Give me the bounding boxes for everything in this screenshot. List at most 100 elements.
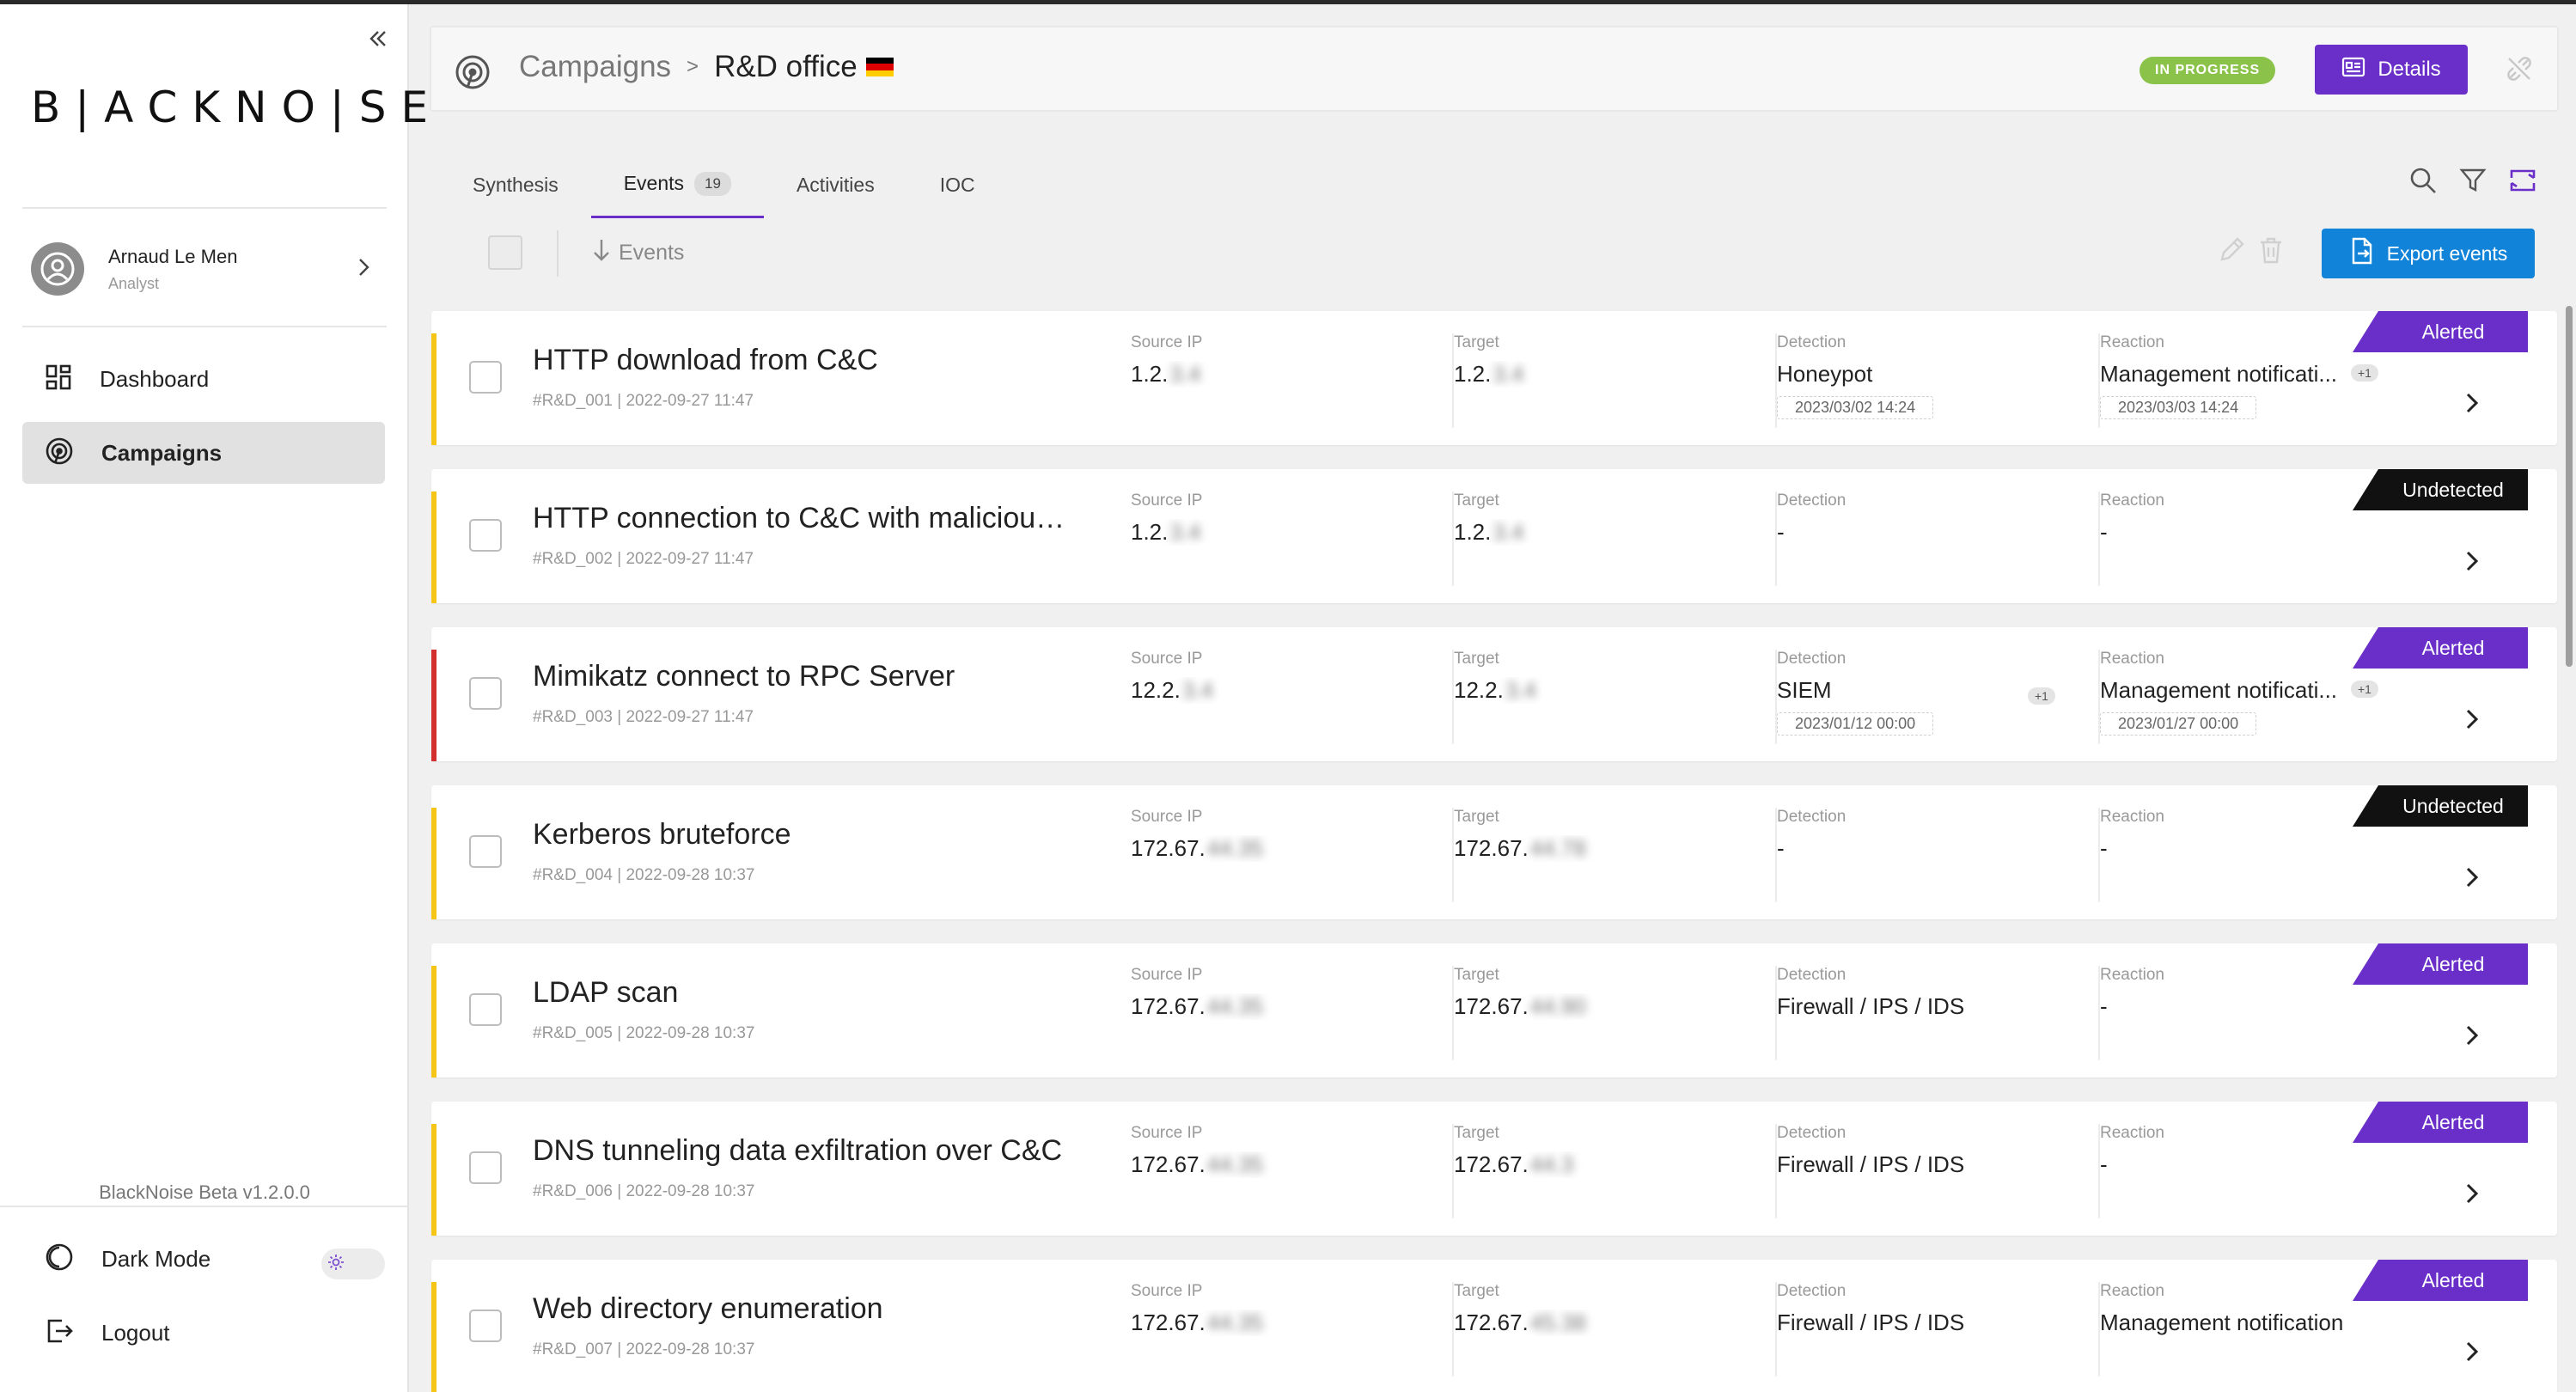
target-label: Target	[1454, 808, 1499, 826]
chevron-right-icon[interactable]	[2457, 1021, 2487, 1050]
chevron-right-icon[interactable]	[2457, 546, 2487, 576]
detection-cell: Detection Firewall / IPS / IDS	[1777, 1124, 2100, 1218]
campaigns-icon	[45, 437, 74, 470]
event-row[interactable]: Kerberos bruteforce #R&D_004 | 2022-09-2…	[431, 785, 2557, 919]
target-label: Target	[1454, 966, 1499, 984]
sidebar-divider	[22, 326, 387, 327]
sidebar-item-campaigns[interactable]: Campaigns	[22, 422, 385, 484]
logout-button[interactable]: Logout	[22, 1302, 385, 1364]
source-ip-cell: Source IP 172.67. 44.35	[1131, 1124, 1454, 1218]
target-cell: Target 1.2. 3.4	[1454, 491, 1777, 586]
event-meta: #R&D_004 | 2022-09-28 10:37	[533, 866, 755, 884]
source-ip-cell: Source IP 1.2. 3.4	[1131, 491, 1454, 586]
chevron-right-icon[interactable]	[2457, 863, 2487, 892]
source-ip-label: Source IP	[1131, 1282, 1203, 1300]
source-ip-label: Source IP	[1131, 491, 1203, 510]
swap-view-icon[interactable]	[2506, 163, 2540, 198]
sort-label: Events	[619, 241, 685, 265]
event-checkbox[interactable]	[469, 1151, 502, 1184]
target-hidden: 3.4	[1492, 361, 1524, 387]
tab-ioc[interactable]: IOC	[907, 151, 1008, 218]
source-ip-label: Source IP	[1131, 966, 1203, 984]
event-row[interactable]: LDAP scan #R&D_005 | 2022-09-28 10:37 So…	[431, 943, 2557, 1078]
chevron-right-icon[interactable]	[2457, 1179, 2487, 1208]
target-label: Target	[1454, 333, 1499, 351]
target-hidden: 45.38	[1529, 1310, 1586, 1335]
dark-mode-toggle[interactable]	[321, 1249, 385, 1279]
breadcrumb-parent[interactable]: Campaigns	[519, 50, 671, 84]
event-row[interactable]: Web directory enumeration #R&D_007 | 202…	[431, 1260, 2557, 1392]
trash-icon[interactable]	[2256, 235, 2287, 266]
severity-stripe	[431, 333, 436, 445]
chevron-right-icon[interactable]	[2457, 705, 2487, 734]
filter-icon[interactable]	[2456, 163, 2490, 198]
event-checkbox[interactable]	[469, 361, 502, 394]
scrollbar[interactable]	[2566, 306, 2573, 667]
event-checkbox[interactable]	[469, 1310, 502, 1342]
target-visible: 172.67.	[1454, 1310, 1529, 1335]
event-status-badge: Alerted	[2378, 1260, 2528, 1301]
event-checkbox[interactable]	[469, 993, 502, 1026]
breadcrumb-separator: >	[687, 55, 699, 78]
tab-synthesis[interactable]: Synthesis	[440, 151, 591, 218]
event-meta: #R&D_006 | 2022-09-28 10:37	[533, 1182, 755, 1200]
source-ip-visible: 172.67.	[1131, 1151, 1206, 1177]
source-ip-visible: 172.67.	[1131, 1310, 1206, 1335]
event-checkbox[interactable]	[469, 835, 502, 868]
user-name: Arnaud Le Men	[108, 245, 238, 267]
event-status-badge: Undetected	[2378, 785, 2528, 827]
collapse-sidebar-icon[interactable]	[361, 21, 395, 56]
detection-label: Detection	[1777, 1124, 1847, 1142]
severity-stripe	[431, 1282, 436, 1392]
select-all-checkbox[interactable]	[488, 235, 522, 270]
event-row[interactable]: DNS tunneling data exfiltration over C&C…	[431, 1102, 2557, 1236]
germany-flag-icon	[865, 58, 894, 76]
event-title: Mimikatz connect to RPC Server	[533, 660, 955, 693]
sort-events-button[interactable]: Events	[591, 237, 684, 269]
reaction-value: -	[2100, 1151, 2108, 1177]
unlink-icon[interactable]	[2504, 53, 2538, 88]
breadcrumb: Campaigns > R&D office	[519, 50, 894, 84]
reaction-extra-count[interactable]: +1	[2351, 681, 2378, 698]
event-row[interactable]: HTTP download from C&C #R&D_001 | 2022-0…	[431, 311, 2557, 445]
event-title: DNS tunneling data exfiltration over C&C	[533, 1134, 1063, 1167]
source-ip-value: 172.67. 44.35	[1131, 835, 1389, 862]
edit-icon[interactable]	[2217, 235, 2248, 266]
event-status-badge: Undetected	[2378, 469, 2528, 510]
source-ip-value: 172.67. 44.35	[1131, 1310, 1389, 1336]
sidebar-item-dashboard[interactable]: Dashboard	[22, 348, 385, 410]
search-icon[interactable]	[2406, 163, 2440, 198]
reaction-extra-count[interactable]: +1	[2351, 364, 2378, 382]
tab-label: IOC	[939, 173, 975, 196]
source-ip-visible: 1.2.	[1131, 519, 1169, 545]
source-ip-visible: 12.2.	[1131, 677, 1181, 703]
detection-date: 2023/01/12 00:00	[1777, 712, 1934, 736]
event-checkbox[interactable]	[469, 519, 502, 552]
source-ip-hidden: 3.4	[1169, 519, 1201, 545]
export-events-button[interactable]: Export events	[2322, 229, 2535, 278]
details-button[interactable]: Details	[2315, 45, 2468, 95]
chevron-right-icon[interactable]	[2457, 1337, 2487, 1366]
target-value: 172.67. 44.78	[1454, 835, 1712, 862]
event-row[interactable]: HTTP connection to C&C with malicious...…	[431, 469, 2557, 603]
detection-label: Detection	[1777, 966, 1847, 984]
toolbar-divider	[557, 230, 559, 277]
chevron-right-icon	[352, 256, 375, 283]
tab-activities[interactable]: Activities	[764, 151, 907, 218]
user-profile[interactable]: Arnaud Le Men Analyst	[31, 229, 375, 308]
event-checkbox[interactable]	[469, 677, 502, 710]
events-count-badge: 19	[694, 171, 731, 196]
reaction-value: -	[2100, 519, 2108, 545]
detection-value: -	[1777, 835, 1785, 861]
tab-events[interactable]: Events 19	[590, 151, 764, 218]
source-ip-cell: Source IP 1.2. 3.4	[1131, 333, 1454, 428]
event-meta: #R&D_003 | 2022-09-27 11:47	[533, 708, 754, 726]
event-status-badge: Alerted	[2378, 1102, 2528, 1143]
event-row[interactable]: Mimikatz connect to RPC Server #R&D_003 …	[431, 627, 2557, 761]
detection-extra-count[interactable]: +1	[2028, 687, 2055, 705]
detection-label: Detection	[1777, 1282, 1847, 1300]
target-hidden: 3.4	[1505, 677, 1536, 703]
chevron-right-icon[interactable]	[2457, 388, 2487, 418]
detection-label: Detection	[1777, 650, 1847, 668]
detection-value: SIEM	[1777, 677, 1832, 703]
